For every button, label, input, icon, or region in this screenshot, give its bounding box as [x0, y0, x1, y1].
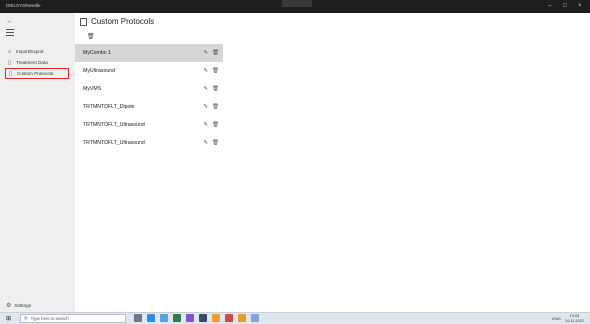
sidebar-item-label: Treatment Data: [16, 60, 48, 65]
taskbar: ⊞ ⚲ Type here to search ENG 19:03 14-11-…: [0, 312, 590, 324]
protocol-list: MyCombo 1 ✎ 🗑 MyUltrasound ✎ 🗑 MyVMS ✎ 🗑 TR…: [75, 44, 223, 152]
trash-icon[interactable]: 🗑: [212, 140, 219, 146]
maximize-button[interactable]: □: [563, 2, 567, 10]
taskbar-clock[interactable]: 19:03 14-11-2022: [565, 314, 584, 323]
delete-icon[interactable]: 🗑: [87, 33, 95, 40]
taskbar-app-icon[interactable]: [199, 314, 207, 322]
taskbar-app-icon[interactable]: [212, 314, 220, 322]
sidebar-item-label: Import/Export: [16, 49, 44, 54]
tray-lang[interactable]: ENG: [552, 316, 561, 321]
list-item[interactable]: MyVMS ✎ 🗑: [75, 80, 223, 98]
page-title-text: Custom Protocols: [91, 17, 155, 26]
list-item[interactable]: TRTMNTDFLT_Ultrasound ✎ 🗑: [75, 116, 223, 134]
title-bar: DIELSYS/Needle – □ ×: [0, 0, 590, 13]
main-content: Custom Protocols 🗑 MyCombo 1 ✎ 🗑 MyUltras…: [75, 13, 590, 312]
hamburger-menu-icon[interactable]: [6, 29, 14, 38]
sidebar-item-treatment-data[interactable]: ▯ Treatment Data: [5, 57, 69, 68]
edit-icon[interactable]: ✎: [203, 122, 208, 128]
taskbar-app-icon[interactable]: [134, 314, 142, 322]
edit-icon[interactable]: ✎: [203, 104, 208, 110]
settings-label: Settings: [14, 303, 31, 308]
clock-date: 14-11-2022: [564, 318, 584, 323]
window-center-tab: [282, 0, 312, 7]
sidebar-item-label: Custom Protocols: [17, 71, 54, 76]
minimize-button[interactable]: –: [548, 2, 551, 10]
edit-icon[interactable]: ✎: [203, 86, 208, 92]
taskbar-app-icon[interactable]: [238, 314, 246, 322]
document-icon: ▯: [8, 70, 13, 77]
taskbar-apps: [134, 314, 259, 322]
page-title: Custom Protocols: [80, 17, 154, 26]
taskbar-app-icon[interactable]: [173, 314, 181, 322]
close-button[interactable]: ×: [578, 2, 582, 10]
search-placeholder: Type here to search: [30, 316, 69, 321]
taskbar-app-icon[interactable]: [251, 314, 259, 322]
search-icon: ⚲: [24, 315, 28, 322]
back-arrow-icon[interactable]: ←: [6, 18, 13, 25]
taskbar-app-icon[interactable]: [160, 314, 168, 322]
trash-icon[interactable]: 🗑: [212, 104, 219, 110]
sidebar-item-custom-protocols[interactable]: ▯ Custom Protocols: [5, 68, 69, 79]
document-icon: ▯: [7, 59, 12, 66]
trash-icon[interactable]: 🗑: [212, 86, 219, 92]
protocol-name: MyCombo 1: [83, 49, 111, 56]
edit-icon[interactable]: ✎: [203, 68, 208, 74]
sidebar: ← ⌂ Import/Export ▯ Treatment Data ▯ Cus…: [0, 13, 75, 312]
clock-time: 19:03: [569, 314, 580, 318]
trash-icon[interactable]: 🗑: [212, 122, 219, 128]
protocol-name: MyUltrasound: [83, 67, 116, 74]
settings-button[interactable]: ⚙ Settings: [6, 302, 31, 309]
app-title: DIELSYS/Needle: [6, 3, 41, 8]
protocol-name: TRTMNTDFLT_Ultrasound: [83, 139, 145, 146]
list-item[interactable]: MyUltrasound ✎ 🗑: [75, 62, 223, 80]
list-item[interactable]: TRTMNTDFLT_Ultrasound ✎ 🗑: [75, 134, 223, 152]
protocol-name: TRTMNTDFLT_Dipole: [83, 103, 135, 110]
protocol-name: TRTMNTDFLT_Ultrasound: [83, 121, 145, 128]
taskbar-app-icon[interactable]: [186, 314, 194, 322]
system-tray: ENG 19:03 14-11-2022: [552, 314, 584, 323]
edit-icon[interactable]: ✎: [203, 50, 208, 56]
taskbar-app-icon[interactable]: [225, 314, 233, 322]
trash-icon[interactable]: 🗑: [212, 50, 219, 56]
edit-icon[interactable]: ✎: [203, 140, 208, 146]
taskbar-search-box[interactable]: ⚲ Type here to search: [20, 314, 126, 323]
gear-icon: ⚙: [6, 303, 12, 309]
home-icon: ⌂: [7, 48, 12, 55]
windows-start-icon[interactable]: ⊞: [6, 315, 11, 322]
protocol-name: MyVMS: [83, 85, 102, 92]
trash-icon[interactable]: 🗑: [212, 68, 219, 74]
list-item[interactable]: TRTMNTDFLT_Dipole ✎ 🗑: [75, 98, 223, 116]
sidebar-item-import-export[interactable]: ⌂ Import/Export: [5, 46, 69, 57]
list-item[interactable]: MyCombo 1 ✎ 🗑: [75, 44, 223, 62]
taskbar-app-icon[interactable]: [147, 314, 155, 322]
document-icon: [80, 17, 87, 26]
